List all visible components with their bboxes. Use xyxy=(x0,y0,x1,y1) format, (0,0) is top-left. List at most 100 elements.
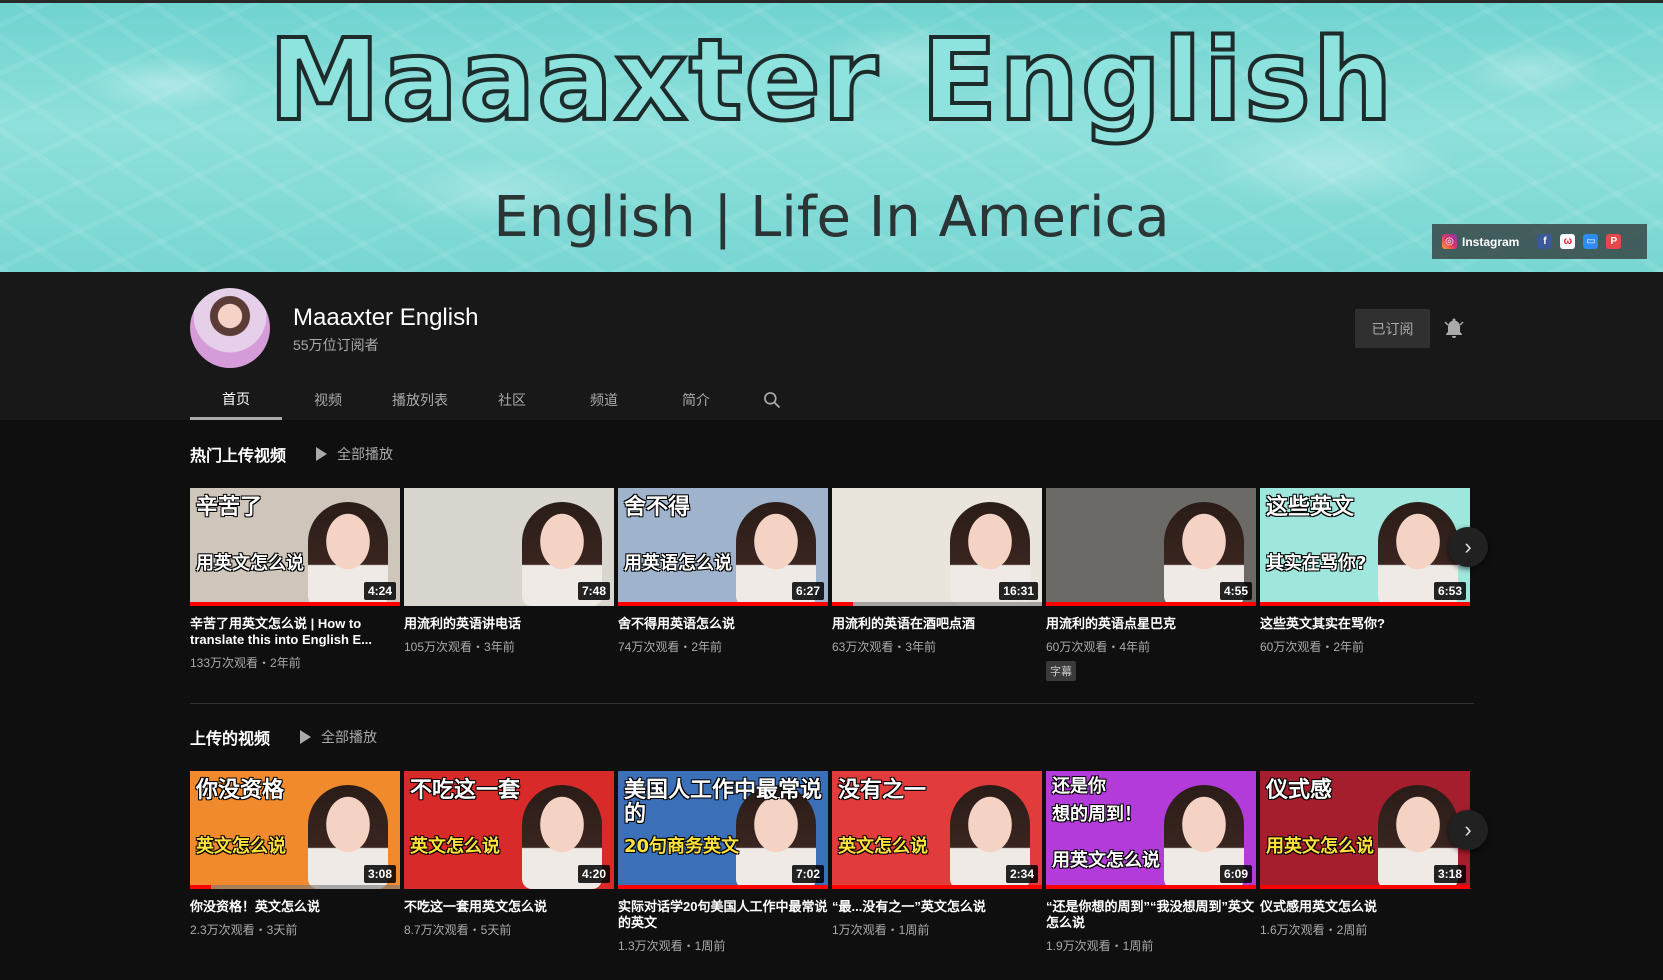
watch-progress-bar xyxy=(1046,885,1256,889)
thumbnail-text: 没有之一 xyxy=(838,778,927,803)
subtitles-badge: 字幕 xyxy=(1046,661,1076,681)
video-metadata: 60万次观看・4年前 xyxy=(1046,640,1151,654)
tab-about[interactable]: 简介 xyxy=(650,380,742,420)
video-card[interactable]: 你没资格英文怎么说 3:08 你没资格！英文怎么说 2.3万次观看・3天前 xyxy=(190,771,400,954)
play-all-button[interactable]: 全部播放 xyxy=(316,444,393,464)
banner-title: Maaaxter English xyxy=(267,14,1395,148)
play-all-label: 全部播放 xyxy=(337,446,394,462)
chevron-right-icon[interactable]: › xyxy=(1448,527,1488,567)
video-thumbnail[interactable]: 辛苦了 用英文怎么说 4:24 xyxy=(190,488,400,606)
play-all-label: 全部播放 xyxy=(321,729,378,745)
video-thumbnail[interactable]: 没有之一 英文怎么说 2:34 xyxy=(832,771,1042,889)
thumbnail-text: 舍不得 xyxy=(624,495,691,520)
thumbnail-text: 还是你 xyxy=(1052,776,1106,797)
watch-progress-bar xyxy=(1260,602,1470,606)
video-metadata: 1.9万次观看・1周前 xyxy=(1046,939,1154,953)
video-card[interactable]: 仪式感 用英文怎么说 3:18 仪式感用英文怎么说 1.6万次观看・2周前 xyxy=(1260,771,1470,954)
video-metadata: 2.3万次观看・3天前 xyxy=(190,923,298,937)
thumbnail-text: 英文怎么说 xyxy=(196,836,286,857)
video-card[interactable]: 舍不得 用英语怎么说 6:27 舍不得用英语怎么说 74万次观看・2年前 xyxy=(618,488,828,681)
video-thumbnail[interactable]: 舍不得 用英语怎么说 6:27 xyxy=(618,488,828,606)
watch-progress-bar xyxy=(618,885,828,889)
video-card[interactable]: 没有之一 英文怎么说 2:34 “最...没有之一”英文怎么说 1万次观看・1周前 xyxy=(832,771,1042,954)
video-title[interactable]: 用流利的英语在酒吧点酒 xyxy=(832,616,1042,632)
play-icon xyxy=(316,447,328,461)
video-metadata: 105万次观看・3年前 xyxy=(404,640,515,654)
bilibili-icon[interactable]: ▭ xyxy=(1583,234,1599,249)
video-title[interactable]: 辛苦了用英文怎么说 | How to translate this into E… xyxy=(190,616,400,648)
shelf-divider xyxy=(190,703,1474,704)
video-card[interactable]: 4:55 用流利的英语点星巴克 60万次观看・4年前字幕 xyxy=(1046,488,1256,681)
weibo-icon[interactable]: ω xyxy=(1560,234,1576,249)
tab-channels[interactable]: 频道 xyxy=(558,380,650,420)
video-thumbnail[interactable]: 这些英文 其实在骂你? 6:53 xyxy=(1260,488,1470,606)
channel-avatar[interactable] xyxy=(190,288,270,368)
video-duration: 7:02 xyxy=(791,865,824,883)
video-card[interactable]: 美国人工作中最常说的 20句商务英文 7:02 实际对话学20句美国人工作中最常说的英… xyxy=(618,771,828,954)
video-metadata: 1万次观看・1周前 xyxy=(832,923,930,937)
video-thumbnail[interactable]: 7:48 xyxy=(404,488,614,606)
video-title[interactable]: 这些英文其实在骂你? xyxy=(1260,616,1470,632)
video-title[interactable]: 你没资格！英文怎么说 xyxy=(190,899,400,915)
thumbnail-text: 不吃这一套 xyxy=(410,778,521,803)
video-thumbnail[interactable]: 美国人工作中最常说的 20句商务英文 7:02 xyxy=(618,771,828,889)
bell-icon[interactable] xyxy=(1442,316,1466,340)
video-card[interactable]: 不吃这一套 英文怎么说 4:20 不吃这一套用英文怎么说 8.7万次观看・5天前 xyxy=(404,771,614,954)
thumbnail-text: 用英文怎么说 xyxy=(1052,850,1160,871)
patreon-icon[interactable]: P xyxy=(1606,234,1622,249)
thumbnail-text: 这些英文 xyxy=(1266,495,1355,520)
shelf-title[interactable]: 热门上传视频 xyxy=(190,442,286,466)
watch-progress-bar xyxy=(832,885,1042,889)
video-title[interactable]: 不吃这一套用英文怎么说 xyxy=(404,899,614,915)
instagram-link[interactable]: ◎ Instagram xyxy=(1442,234,1519,249)
video-duration: 3:08 xyxy=(363,865,396,883)
watch-progress-bar xyxy=(1260,885,1470,889)
chevron-right-icon[interactable]: › xyxy=(1448,810,1488,850)
instagram-label: Instagram xyxy=(1462,234,1520,249)
video-thumbnail[interactable]: 4:55 xyxy=(1046,488,1256,606)
video-metadata: 74万次观看・2年前 xyxy=(618,640,723,654)
thumbnail-text: 你没资格 xyxy=(196,778,285,803)
video-thumbnail[interactable]: 不吃这一套 英文怎么说 4:20 xyxy=(404,771,614,889)
video-title[interactable]: 仪式感用英文怎么说 xyxy=(1260,899,1470,915)
video-metadata: 60万次观看・2年前 xyxy=(1260,640,1365,654)
video-thumbnail[interactable]: 还是你 想的周到！ 用英文怎么说 6:09 xyxy=(1046,771,1256,889)
video-title[interactable]: 舍不得用英语怎么说 xyxy=(618,616,828,632)
shelf-title[interactable]: 上传的视频 xyxy=(190,725,270,749)
video-title[interactable]: 用流利的英语讲电话 xyxy=(404,616,614,632)
video-title[interactable]: “还是你想的周到”“我没想周到”英文怎么说 xyxy=(1046,899,1256,931)
watch-progress-bar xyxy=(190,885,211,889)
play-all-button[interactable]: 全部播放 xyxy=(300,727,377,747)
video-metadata: 8.7万次观看・5天前 xyxy=(404,923,512,937)
thumbnail-text: 想的周到！ xyxy=(1052,804,1142,825)
video-card[interactable]: 7:48 用流利的英语讲电话 105万次观看・3年前 xyxy=(404,488,614,681)
shelf-header-popular: 热门上传视频 全部播放 xyxy=(190,442,393,466)
video-metadata: 1.3万次观看・1周前 xyxy=(618,939,726,953)
video-card[interactable]: 还是你 想的周到！ 用英文怎么说 6:09 “还是你想的周到”“我没想周到”英文怎么说 1… xyxy=(1046,771,1256,954)
instagram-icon: ◎ xyxy=(1442,234,1457,249)
video-thumbnail[interactable]: 你没资格英文怎么说 3:08 xyxy=(190,771,400,889)
search-icon xyxy=(764,392,781,409)
video-title[interactable]: 实际对话学20句美国人工作中最常说的英文 xyxy=(618,899,828,931)
tab-home[interactable]: 首页 xyxy=(190,380,282,420)
video-title[interactable]: 用流利的英语点星巴克 xyxy=(1046,616,1256,632)
video-card[interactable]: 16:31 用流利的英语在酒吧点酒 63万次观看・3年前 xyxy=(832,488,1042,681)
video-duration: 4:55 xyxy=(1219,582,1252,600)
tab-community[interactable]: 社区 xyxy=(466,380,558,420)
tab-playlists[interactable]: 播放列表 xyxy=(374,380,466,420)
thumbnail-text: 其实在骂你? xyxy=(1266,553,1367,574)
watch-progress-bar xyxy=(190,602,400,606)
video-metadata: 1.6万次观看・2周前 xyxy=(1260,923,1368,937)
video-thumbnail[interactable]: 16:31 xyxy=(832,488,1042,606)
video-card[interactable]: 这些英文 其实在骂你? 6:53 这些英文其实在骂你? 60万次观看・2年前 xyxy=(1260,488,1470,681)
video-title[interactable]: “最...没有之一”英文怎么说 xyxy=(832,899,1042,915)
video-card[interactable]: 辛苦了 用英文怎么说 4:24 辛苦了用英文怎么说 | How to translat… xyxy=(190,488,400,681)
facebook-icon[interactable]: f xyxy=(1537,234,1553,249)
channel-search-button[interactable] xyxy=(742,380,802,420)
video-thumbnail[interactable]: 仪式感 用英文怎么说 3:18 xyxy=(1260,771,1470,889)
watch-progress-track xyxy=(190,885,400,889)
tab-videos[interactable]: 视频 xyxy=(282,380,374,420)
subscribed-button[interactable]: 已订阅 xyxy=(1355,309,1430,348)
thumbnail-text: 仪式感 xyxy=(1266,778,1333,803)
channel-banner: Maaaxter English English | Life In Ameri… xyxy=(0,0,1663,272)
